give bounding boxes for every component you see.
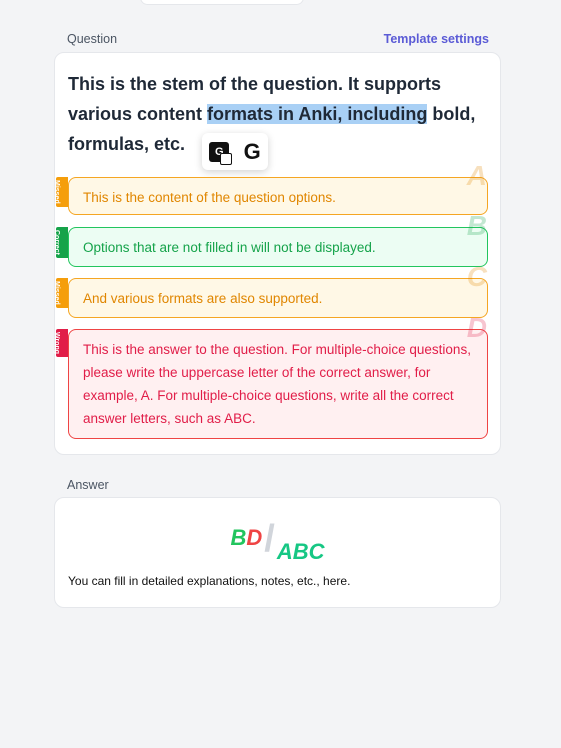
stem-selected-text[interactable]: formats in Anki, including: [207, 104, 428, 124]
answer-explanation: You can fill in detailed explanations, n…: [68, 574, 351, 588]
google-g-icon[interactable]: G: [244, 139, 261, 165]
answer-card: BD/ABC You can fill in detailed explanat…: [54, 497, 501, 608]
option-letter: D: [466, 312, 487, 343]
answer-separator: /: [264, 518, 275, 560]
option-letter: A: [466, 160, 487, 191]
option-text: This is the content of the question opti…: [83, 190, 336, 205]
option-b[interactable]: Correct Options that are not filled in w…: [53, 212, 488, 267]
option-text: And various formats are also supported.: [83, 291, 323, 306]
option-letter: C: [466, 261, 487, 292]
translate-popup: G G: [202, 133, 268, 170]
status-badge: Missed: [53, 278, 68, 308]
template-settings-link[interactable]: Template settings: [384, 32, 489, 46]
answer-section-header: Answer: [67, 478, 489, 492]
option-d[interactable]: Wrong This is the answer to the question…: [53, 314, 488, 439]
status-badge: Missed: [53, 177, 68, 207]
google-translate-icon[interactable]: G: [209, 141, 233, 165]
option-letter: B: [466, 210, 487, 241]
user-answer-wrong-letter: D: [246, 525, 263, 550]
question-stem: This is the stem of the question. It sup…: [68, 69, 488, 159]
status-badge: Correct: [53, 227, 68, 258]
option-text: This is the answer to the question. For …: [83, 342, 471, 426]
status-badge: Wrong: [53, 329, 68, 358]
question-section-header: Question Template settings: [67, 32, 489, 46]
option-text: Options that are not filled in will not …: [83, 240, 376, 255]
question-card: This is the stem of the question. It sup…: [53, 52, 501, 455]
option-a[interactable]: Missed This is the content of the questi…: [53, 162, 488, 215]
option-c[interactable]: Missed And various formats are also supp…: [53, 263, 488, 318]
question-label: Question: [67, 32, 118, 46]
answer-comparison: BD/ABC: [55, 518, 500, 564]
correct-answer: ABC: [276, 539, 325, 564]
top-card-edge: [140, 0, 304, 5]
answer-label: Answer: [67, 478, 109, 492]
user-answer-correct-letter: B: [230, 525, 247, 550]
user-answer: BD: [230, 525, 262, 550]
